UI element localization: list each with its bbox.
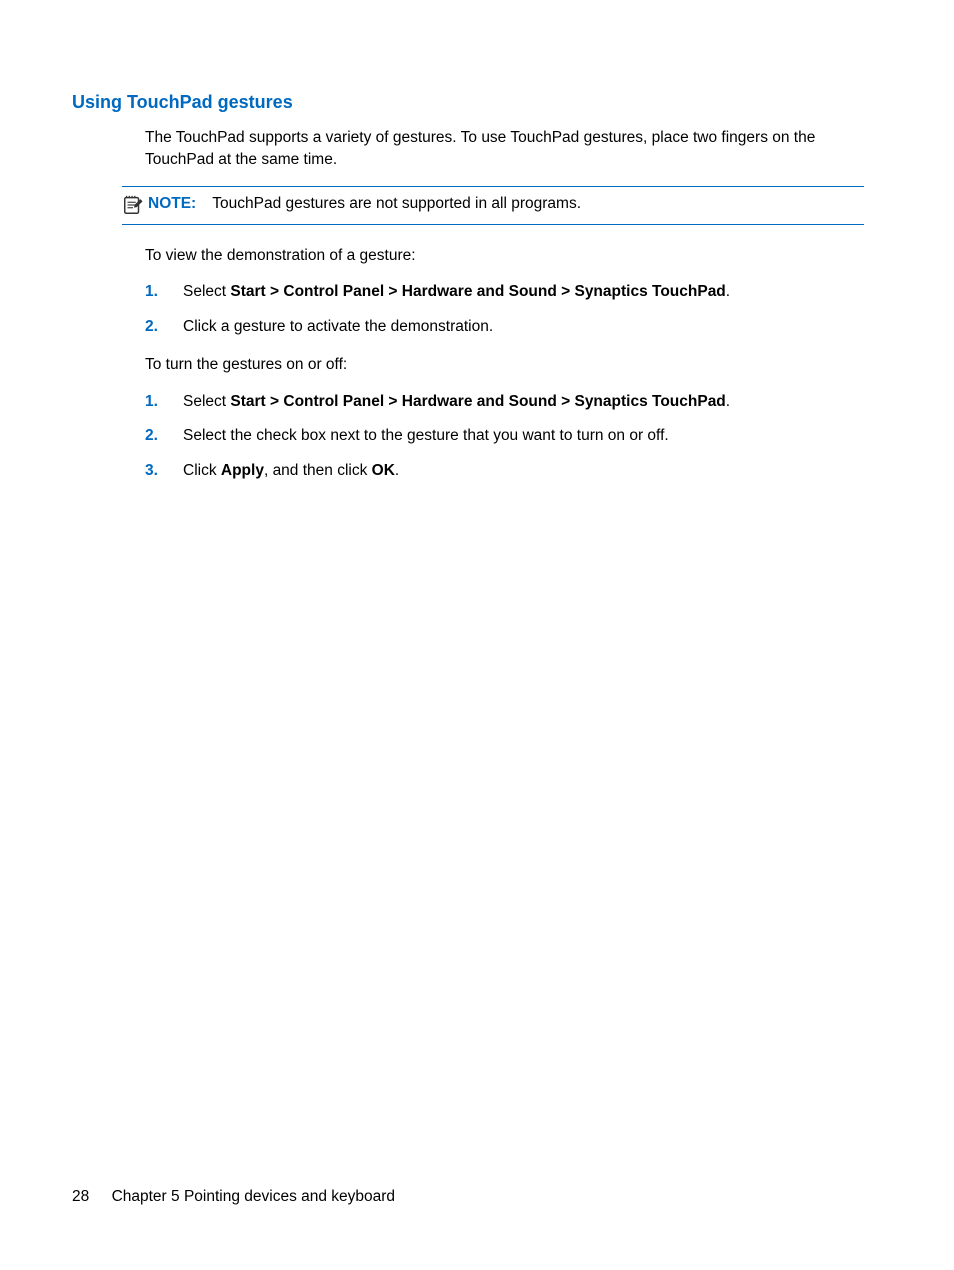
toggle-steps-list: 1. Select Start > Control Panel > Hardwa… — [145, 391, 864, 482]
section-heading: Using TouchPad gestures — [72, 92, 864, 113]
step-text: Select Start > Control Panel > Hardware … — [183, 391, 730, 413]
list-item: 2. Click a gesture to activate the demon… — [145, 316, 864, 338]
demo-steps-list: 1. Select Start > Control Panel > Hardwa… — [145, 281, 864, 338]
step-text: Select the check box next to the gesture… — [183, 425, 669, 447]
list-item: 1. Select Start > Control Panel > Hardwa… — [145, 281, 864, 303]
step-text: Click a gesture to activate the demonstr… — [183, 316, 493, 338]
intro-paragraph: The TouchPad supports a variety of gestu… — [145, 127, 864, 172]
document-page: Using TouchPad gestures The TouchPad sup… — [0, 0, 954, 1270]
step-text: Click Apply, and then click OK. — [183, 460, 399, 482]
step-number: 3. — [145, 460, 183, 482]
note-label: NOTE: — [148, 195, 196, 212]
note-block: NOTE: TouchPad gestures are not supporte… — [122, 186, 864, 225]
page-footer: 28 Chapter 5 Pointing devices and keyboa… — [72, 1188, 395, 1206]
step-number: 2. — [145, 425, 183, 447]
step-text: Select Start > Control Panel > Hardware … — [183, 281, 730, 303]
view-demo-paragraph: To view the demonstration of a gesture: — [145, 245, 864, 267]
toggle-paragraph: To turn the gestures on or off: — [145, 354, 864, 376]
note-icon — [122, 194, 144, 216]
step-number: 1. — [145, 281, 183, 303]
note-text: TouchPad gestures are not supported in a… — [212, 195, 581, 212]
step-number: 2. — [145, 316, 183, 338]
page-number: 28 — [72, 1188, 89, 1205]
note-content: NOTE: TouchPad gestures are not supporte… — [148, 195, 581, 213]
chapter-label: Chapter 5 Pointing devices and keyboard — [112, 1188, 396, 1205]
list-item: 1. Select Start > Control Panel > Hardwa… — [145, 391, 864, 413]
list-item: 3. Click Apply, and then click OK. — [145, 460, 864, 482]
list-item: 2. Select the check box next to the gest… — [145, 425, 864, 447]
step-number: 1. — [145, 391, 183, 413]
